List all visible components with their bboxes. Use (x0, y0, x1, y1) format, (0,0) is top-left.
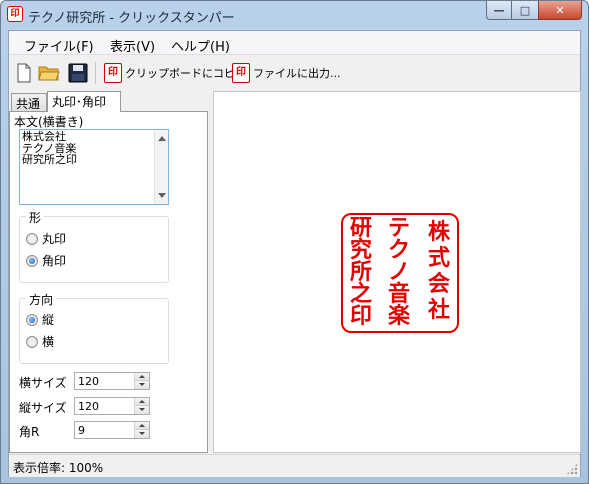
stamp-character: 究 (349, 237, 372, 263)
shape-round-label: 丸印 (42, 232, 67, 246)
decrement-icon[interactable] (135, 430, 149, 438)
menu-view[interactable]: 表示(V) (110, 36, 155, 55)
stamp-character: 会 (427, 271, 450, 297)
stamp-icon: 印 (232, 63, 250, 83)
copy-to-clipboard-button[interactable]: 印 クリップボードにコピー (104, 62, 246, 84)
increment-icon[interactable] (135, 398, 149, 406)
stamp-column: 株式会社 (421, 219, 457, 323)
menu-file[interactable]: ファイル(F) (24, 36, 94, 55)
radius-stepper-buttons (134, 422, 149, 438)
shape-square-label: 角印 (42, 254, 67, 268)
radius-stepper[interactable]: 9 (74, 421, 150, 439)
shape-group-title: 形 (26, 209, 45, 226)
close-icon: ✕ (555, 3, 565, 17)
width-value: 120 (78, 375, 99, 388)
toolbar: 印 クリップボードにコピー 印 ファイルに出力... (9, 56, 580, 90)
body-text-scrollbar[interactable] (154, 130, 168, 204)
stamp-character: 式 (427, 245, 450, 271)
open-folder-icon[interactable] (38, 62, 60, 84)
body-text-content: 株式会社 テクノ音楽 研究所之印 (22, 131, 77, 166)
stamp-character: 印 (349, 303, 372, 329)
direction-vertical-label: 縦 (42, 313, 55, 327)
body-text-line: 株式会社 (22, 130, 66, 143)
decrement-icon[interactable] (135, 406, 149, 414)
height-label: 縦サイズ (19, 401, 67, 415)
window-title: テクノ研究所 - クリックスタンパー (28, 11, 235, 26)
body-text-label: 本文(横書き) (14, 115, 84, 129)
new-file-icon[interactable] (13, 62, 35, 84)
stamp-character: ク (387, 237, 410, 263)
height-stepper[interactable]: 120 (74, 397, 150, 415)
direction-horizontal-radio[interactable]: 横 (26, 333, 54, 350)
radio-icon (26, 232, 38, 245)
status-bar: 表示倍率: 100% (9, 454, 580, 477)
stamp-character: 社 (427, 297, 450, 323)
stamp-character: テ (387, 215, 410, 241)
decrement-icon[interactable] (135, 381, 149, 389)
stamp-character: 之 (349, 281, 372, 307)
radius-value: 9 (78, 424, 85, 437)
window-controls: — □ ✕ (486, 1, 582, 20)
close-button[interactable]: ✕ (538, 1, 582, 20)
tab-common[interactable]: 共通 (11, 93, 47, 111)
resize-grip-icon[interactable] (566, 463, 578, 475)
increment-icon[interactable] (135, 373, 149, 381)
title-bar[interactable]: 印 テクノ研究所 - クリックスタンパー — □ ✕ (1, 1, 588, 29)
stamp-character: 楽 (387, 303, 410, 329)
body-text-line: 研究所之印 (22, 153, 77, 166)
radius-label: 角R (19, 425, 40, 439)
maximize-icon: □ (519, 3, 531, 17)
scroll-down-icon[interactable] (158, 193, 166, 198)
radio-selected-icon (26, 254, 38, 267)
minimize-icon: — (493, 3, 505, 17)
tab-strip: 共通 丸印･角印 (9, 91, 208, 112)
client-area: ファイル(F) 表示(V) ヘルプ(H) 印 クリップボードにコピー 印 ファイ… (8, 30, 581, 477)
height-stepper-buttons (134, 398, 149, 414)
radio-icon (26, 335, 38, 348)
stamp-character: 研 (349, 215, 372, 241)
maximize-button[interactable]: □ (512, 1, 538, 20)
minimize-button[interactable]: — (486, 1, 512, 20)
stamp-character: 所 (349, 259, 372, 285)
stamp-column: 研究所之印 (343, 217, 379, 327)
width-label: 横サイズ (19, 376, 67, 390)
height-value: 120 (78, 400, 99, 413)
menu-bar: ファイル(F) 表示(V) ヘルプ(H) (9, 31, 580, 55)
body-text-input[interactable]: 株式会社 テクノ音楽 研究所之印 (19, 129, 169, 205)
menu-help[interactable]: ヘルプ(H) (171, 36, 230, 55)
scroll-up-icon[interactable] (158, 136, 166, 141)
save-icon[interactable] (67, 62, 89, 84)
app-window: 印 テクノ研究所 - クリックスタンパー — □ ✕ ファイル(F) 表示(V)… (0, 0, 589, 484)
radio-selected-icon (26, 313, 38, 326)
shape-round-radio[interactable]: 丸印 (26, 230, 66, 247)
tab-round-square[interactable]: 丸印･角印 (47, 91, 121, 112)
shape-group: 形 丸印 角印 (19, 209, 169, 283)
export-to-file-button[interactable]: 印 ファイルに出力... (232, 62, 341, 84)
direction-vertical-radio[interactable]: 縦 (26, 311, 54, 328)
toolbar-separator (95, 62, 96, 84)
width-stepper[interactable]: 120 (74, 372, 150, 390)
direction-group-title: 方向 (26, 291, 57, 308)
stamp-character: 音 (387, 281, 410, 307)
width-stepper-buttons (134, 373, 149, 389)
stamp-character: ノ (387, 259, 410, 285)
shape-square-radio[interactable]: 角印 (26, 252, 66, 269)
settings-panel: 共通 丸印･角印 本文(横書き) 株式会社 テクノ音楽 研究所之印 形 丸印 角… (9, 91, 208, 453)
export-to-file-label: ファイルに出力... (253, 67, 341, 80)
stamp-app-icon[interactable]: 印 (7, 6, 23, 22)
stamp-image: 株式会社テクノ音楽研究所之印 (341, 213, 459, 333)
direction-horizontal-label: 横 (42, 335, 55, 349)
stamp-preview: 株式会社テクノ音楽研究所之印 (213, 91, 581, 453)
stamp-icon: 印 (104, 63, 122, 83)
copy-to-clipboard-label: クリップボードにコピー (125, 67, 246, 80)
tab-page-round-square: 本文(横書き) 株式会社 テクノ音楽 研究所之印 形 丸印 角印 方向 縦 横 … (9, 111, 208, 453)
stamp-character: 株 (427, 219, 450, 245)
increment-icon[interactable] (135, 422, 149, 430)
direction-group: 方向 縦 横 (19, 291, 169, 364)
stamp-column: テクノ音楽 (381, 217, 417, 327)
zoom-status: 表示倍率: 100% (13, 461, 104, 475)
